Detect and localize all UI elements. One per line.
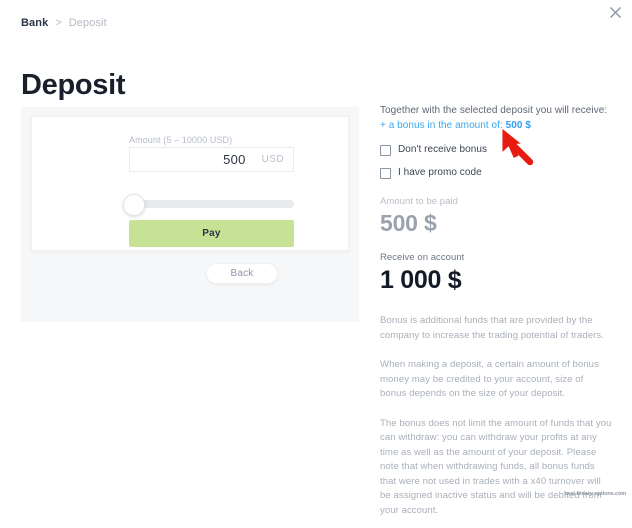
checkbox-dont-receive-bonus[interactable]: Don't receive bonus: [380, 144, 612, 156]
checkbox-icon[interactable]: [380, 167, 391, 179]
amount-to-be-paid-value: 500 $: [380, 210, 437, 236]
bonus-link-amount: 500 $: [505, 120, 531, 131]
info-paragraph-1: Bonus is additional funds that are provi…: [380, 315, 604, 341]
breadcrumb: Bank > Deposit: [21, 16, 107, 30]
checkbox-label: I have promo code: [398, 167, 482, 178]
bonus-link-prefix: + a bonus in the amount of:: [380, 120, 506, 131]
bonus-amount-link[interactable]: + a bonus in the amount of: 500 $: [380, 119, 612, 133]
amount-input[interactable]: 500 USD: [129, 147, 294, 172]
amount-currency-label: USD: [261, 154, 284, 165]
breadcrumb-separator: >: [55, 17, 62, 29]
amount-slider[interactable]: [123, 194, 294, 216]
deposit-form-card: Amount (5 – 10000 USD) 500 USD Pay: [31, 116, 349, 251]
checkbox-have-promo-code[interactable]: I have promo code: [380, 167, 612, 179]
bonus-summary-panel: Together with the selected deposit you w…: [380, 104, 612, 528]
slider-track[interactable]: [129, 200, 294, 208]
pay-button[interactable]: Pay: [129, 220, 294, 247]
receive-intro-text: Together with the selected deposit you w…: [380, 105, 608, 116]
breadcrumb-item-bank[interactable]: Bank: [21, 16, 48, 30]
amount-field-label: Amount (5 – 10000 USD): [129, 135, 233, 145]
amount-to-be-paid-label: Amount to be paid: [380, 196, 458, 207]
deposit-form-panel: Amount (5 – 10000 USD) 500 USD Pay: [21, 107, 359, 322]
checkbox-label: Don't receive bonus: [398, 144, 488, 155]
site-watermark: best-binary-options.com: [564, 491, 626, 497]
checkbox-icon[interactable]: [380, 144, 391, 156]
breadcrumb-item-deposit: Deposit: [68, 17, 107, 29]
info-paragraph-3: The bonus does not limit the amount of f…: [380, 417, 612, 516]
amount-input-value: 500: [223, 152, 246, 167]
deposit-page: Bank > Deposit Deposit Amount (5 – 10000…: [0, 0, 632, 516]
close-icon[interactable]: [606, 3, 624, 21]
receive-on-account-label: Receive on account: [380, 252, 465, 263]
receive-on-account-value: 1 000 $: [380, 266, 462, 294]
info-paragraph-2: When making a deposit, a certain amount …: [380, 359, 599, 399]
back-button[interactable]: Back: [206, 263, 278, 284]
slider-thumb[interactable]: [123, 194, 145, 216]
page-title: Deposit: [21, 69, 126, 102]
